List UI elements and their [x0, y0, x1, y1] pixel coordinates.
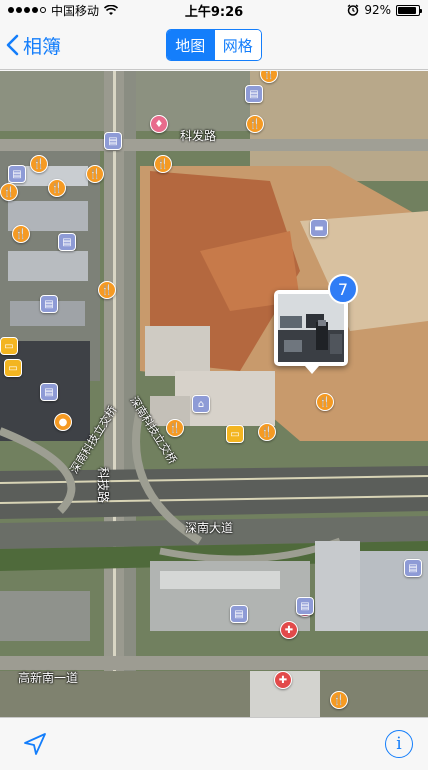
building-icon[interactable]: ▤ [245, 85, 263, 103]
restaurant-icon[interactable]: 🍴 [86, 165, 104, 183]
satellite-map[interactable]: 科发路 科技路 深南大道 高新南一道 深南科技立交桥 深南科技立交桥 🍴 ▤ ♦… [0, 71, 428, 717]
road-label-shennan: 深南大道 [185, 521, 234, 535]
status-bar: 中国移动 上午9:26 92% [0, 0, 428, 20]
shopping-icon[interactable]: ▭ [4, 359, 22, 377]
building-icon[interactable]: ▤ [40, 295, 58, 313]
building-icon[interactable]: ▤ [8, 165, 26, 183]
chevron-left-icon [6, 34, 19, 56]
battery-percent: 92% [364, 3, 391, 17]
signal-dots-icon [8, 7, 46, 13]
transit-icon[interactable]: ▤ [104, 132, 122, 150]
back-label: 相簿 [23, 35, 62, 58]
photo-count-badge: 7 [328, 274, 358, 304]
alarm-icon [347, 4, 359, 16]
building-icon[interactable]: ▤ [58, 233, 76, 251]
carrier-label: 中国移动 [51, 3, 100, 18]
satellite-imagery [0, 71, 428, 717]
battery-icon [396, 4, 422, 16]
restaurant-icon[interactable]: 🍴 [0, 183, 18, 201]
hotel-icon[interactable]: ▬ [310, 219, 328, 237]
shopping-icon[interactable]: ▭ [226, 425, 244, 443]
office-photo [278, 294, 344, 362]
building-icon[interactable]: ▤ [404, 559, 422, 577]
segment-grid[interactable]: 网格 [213, 30, 261, 60]
restaurant-icon[interactable]: 🍴 [246, 115, 264, 133]
restaurant-icon[interactable]: 🍴 [30, 155, 48, 173]
restaurant-icon[interactable]: 🍴 [258, 423, 276, 441]
restaurant-icon[interactable]: 🍴 [316, 393, 334, 411]
status-right: 92% [347, 3, 422, 17]
restaurant-icon[interactable]: ● [54, 413, 72, 431]
segment-map[interactable]: 地图 [167, 30, 214, 60]
road-label-gaoxin-south-1: 高新南一道 [18, 671, 79, 685]
building-icon[interactable]: ▤ [40, 383, 58, 401]
battery-fill [398, 6, 417, 14]
restaurant-icon[interactable]: 🍴 [330, 691, 348, 709]
hospital-icon[interactable]: ✚ [280, 621, 298, 639]
road-label-kefa: 科发路 [180, 129, 217, 143]
restaurant-icon[interactable]: 🍴 [12, 225, 30, 243]
hospital-icon[interactable]: ✚ [274, 671, 292, 689]
status-left: 中国移动 [8, 2, 119, 19]
road-label-keji: 科技路 [96, 467, 110, 504]
back-button[interactable]: 相簿 [6, 20, 61, 70]
navigation-bar: 相簿 地图 网格 [0, 20, 428, 70]
view-mode-segmented-control: 地图 网格 [166, 29, 262, 61]
building-icon[interactable]: ▤ [230, 605, 248, 623]
photo-thumbnail [278, 294, 344, 362]
shopping-icon[interactable]: ▭ [0, 337, 18, 355]
info-icon[interactable]: i [385, 730, 413, 758]
restaurant-icon[interactable]: 🍴 [154, 155, 172, 173]
location-arrow-icon[interactable] [22, 731, 48, 757]
dental-icon[interactable]: ♦ [150, 115, 168, 133]
bottom-toolbar: i [0, 717, 428, 770]
building-icon[interactable]: ▤ [296, 597, 314, 615]
restaurant-icon[interactable]: 🍴 [48, 179, 66, 197]
restaurant-icon[interactable]: 🍴 [166, 419, 184, 437]
restaurant-icon[interactable]: 🍴 [98, 281, 116, 299]
wifi-icon [104, 4, 119, 15]
government-icon[interactable]: ⌂ [192, 395, 210, 413]
